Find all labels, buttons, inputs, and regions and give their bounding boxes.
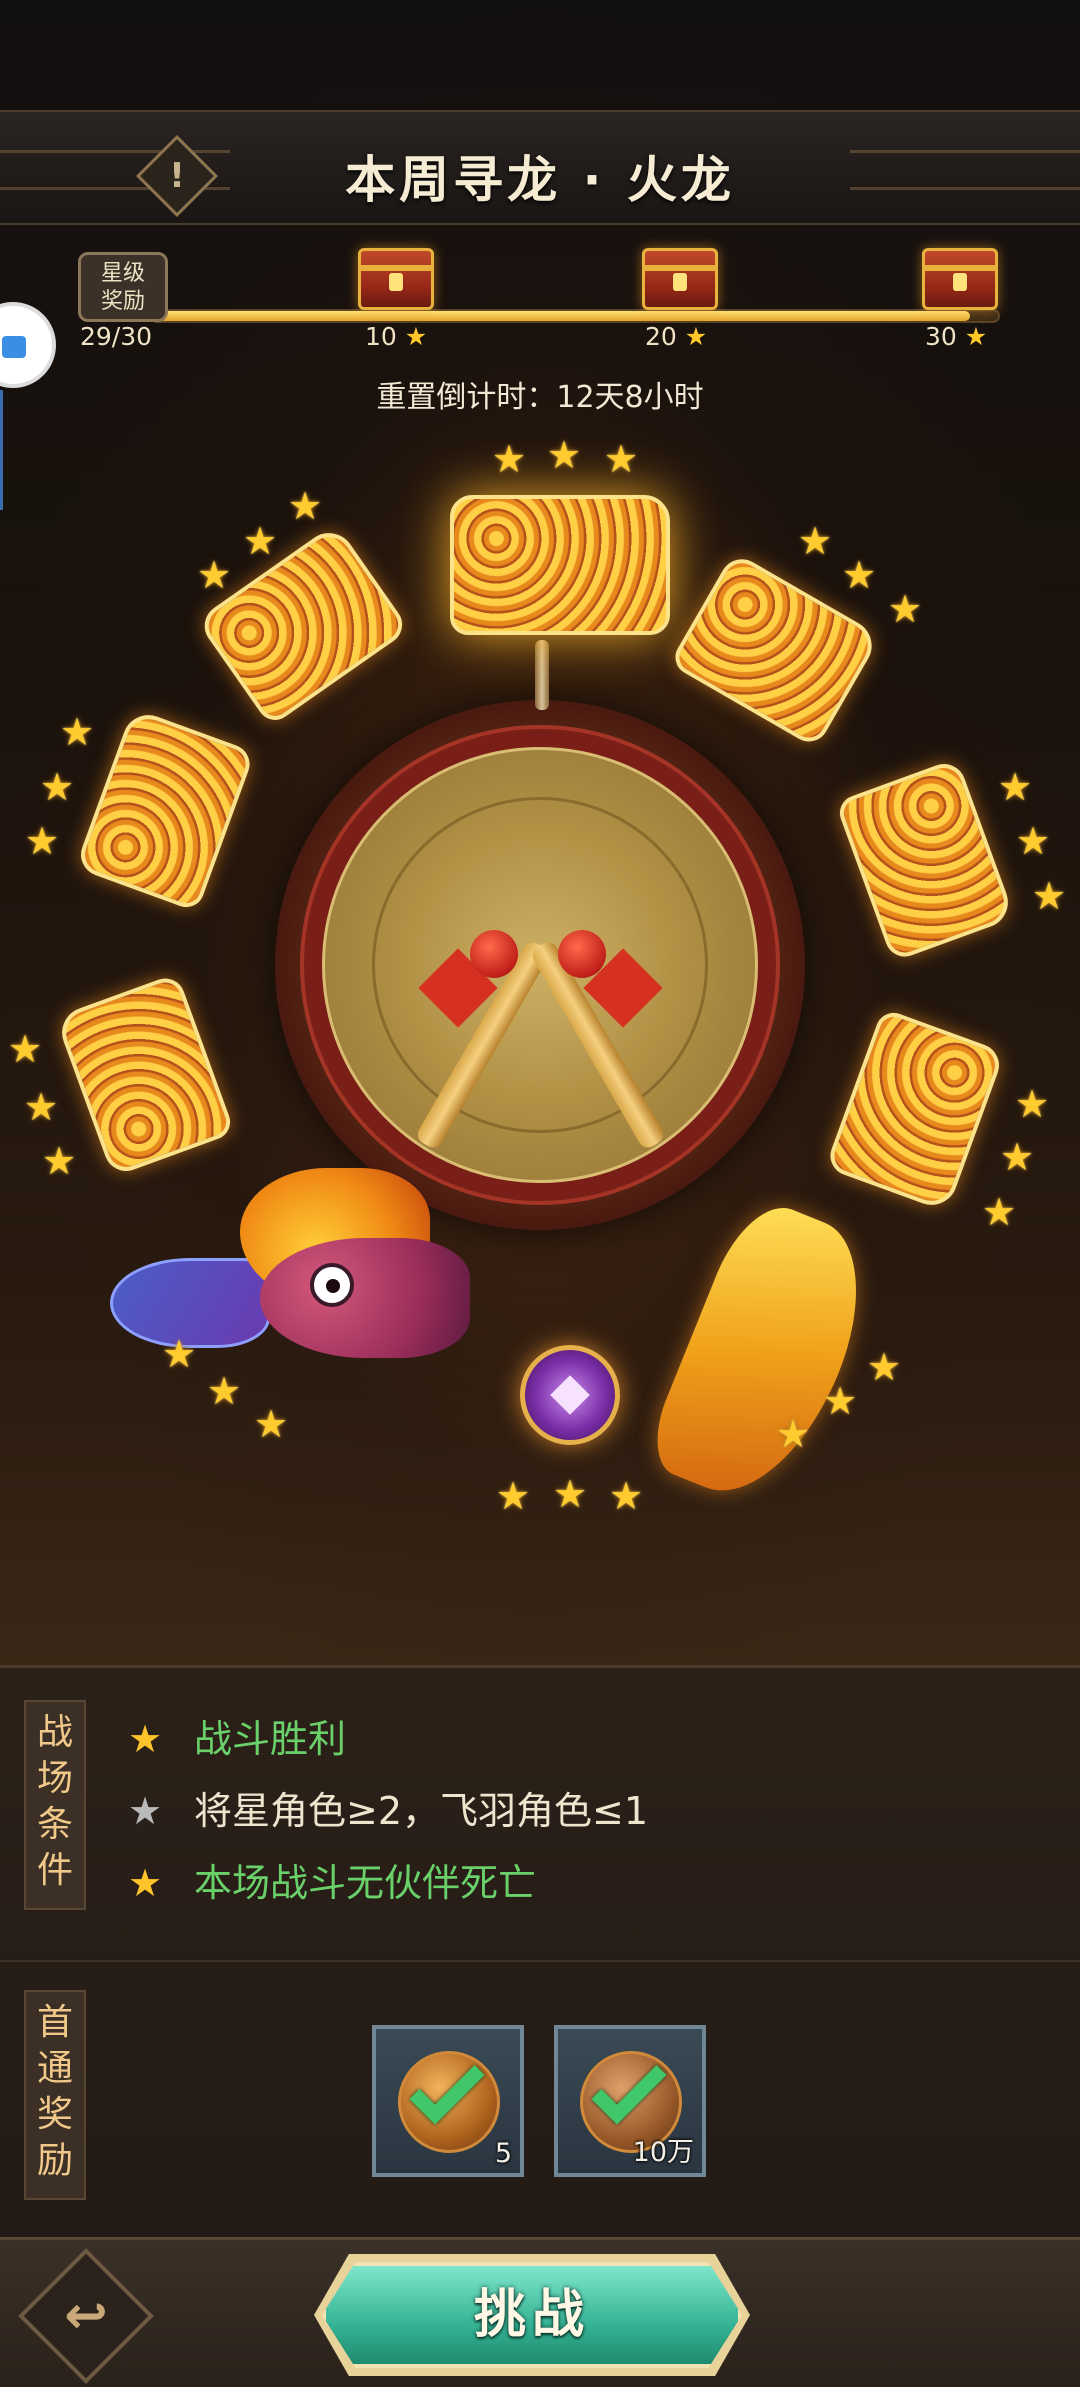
- star-progress-fill: [152, 311, 971, 321]
- star-icon: ★: [604, 437, 639, 481]
- star-icon: ★: [842, 553, 877, 597]
- star-icon: ★: [243, 519, 278, 563]
- star-icon: ★: [288, 484, 323, 528]
- chest-label-10: 10 ★: [365, 322, 428, 351]
- battle-conditions-tag: 战场条件: [24, 1700, 86, 1910]
- condition-3: ★ 本场战斗无伙伴死亡: [128, 1852, 536, 1907]
- star-icon: ★: [823, 1379, 858, 1423]
- star-icon: ★: [1016, 819, 1051, 863]
- star-icon: ★: [609, 1474, 644, 1518]
- star-icon: ★: [162, 1332, 197, 1376]
- condition-2: ★ 将星角色≥2，飞羽角色≤1: [128, 1780, 648, 1835]
- chest-label-20: 20 ★: [645, 322, 708, 351]
- page-title: 本周寻龙 · 火龙: [345, 151, 735, 209]
- panel-divider: [0, 1960, 1080, 1962]
- star-reward-badge[interactable]: 星级 奖励: [78, 252, 168, 322]
- star-icon: ★: [553, 1472, 588, 1516]
- condition-text: 战斗胜利: [194, 1717, 347, 1761]
- star-icon: ★: [197, 553, 232, 597]
- condition-text: 本场战斗无伙伴死亡: [194, 1861, 537, 1905]
- condition-1: ★ 战斗胜利: [128, 1708, 346, 1763]
- reward-chest-20[interactable]: [642, 248, 718, 310]
- reward-chest-10[interactable]: [358, 248, 434, 310]
- star-progress-bar: [150, 309, 1000, 323]
- star-icon: ★: [867, 1345, 902, 1389]
- reward-quantity: 10万: [632, 2137, 694, 2168]
- star-reward-label-2: 奖励: [100, 289, 145, 314]
- reward-chest-30[interactable]: [922, 248, 998, 310]
- dragon-eye: [310, 1263, 354, 1307]
- first-clear-reward-tag: 首通奖励: [24, 1990, 86, 2200]
- star-icon: ★: [1015, 1082, 1050, 1126]
- star-icon: ★: [40, 765, 75, 809]
- chest-label-30: 30 ★: [925, 322, 988, 351]
- star-icon: ★: [42, 1139, 77, 1183]
- star-icon: ★: [24, 1085, 59, 1129]
- drumstick-head-right: [558, 930, 606, 978]
- dragon-segment-1: [450, 495, 670, 635]
- reward-item-2[interactable]: 10万: [554, 2025, 706, 2177]
- star-reward-label-1: 星级: [100, 261, 145, 286]
- star-icon: ★: [254, 1402, 289, 1446]
- star-icon: ★: [1000, 1135, 1035, 1179]
- star-icon: ★: [25, 819, 60, 863]
- reward-item-1[interactable]: 5: [372, 2025, 524, 2177]
- star-icon: ★: [776, 1412, 811, 1456]
- star-achieved-icon: ★: [128, 1861, 163, 1905]
- reward-quantity: 5: [494, 2138, 512, 2169]
- star-count: 29/30: [80, 322, 153, 351]
- assistant-icon: [2, 336, 26, 358]
- star-icon: ★: [8, 1027, 43, 1071]
- stage-medallion: [520, 1345, 620, 1445]
- dragon-face: [260, 1238, 470, 1358]
- star-icon: ★: [492, 437, 527, 481]
- star-icon: ★: [1032, 874, 1067, 918]
- star-icon: ★: [496, 1474, 531, 1518]
- star-icon: ★: [998, 765, 1033, 809]
- star-icon: ★: [207, 1369, 242, 1413]
- star-icon: ★: [60, 710, 95, 754]
- drumstick-head-left: [470, 930, 518, 978]
- star-icon: ★: [982, 1190, 1017, 1234]
- challenge-button-label[interactable]: 挑战: [322, 2262, 742, 2368]
- reset-countdown: 重置倒计时：12天8小时: [376, 380, 704, 415]
- pole-1: [535, 640, 549, 710]
- condition-text: 将星角色≥2，飞羽角色≤1: [194, 1789, 649, 1833]
- star-icon: ★: [798, 519, 833, 563]
- star-achieved-icon: ★: [128, 1717, 163, 1761]
- star-icon: ★: [888, 587, 923, 631]
- star-unachieved-icon: ★: [128, 1789, 163, 1833]
- star-icon: ★: [547, 433, 582, 477]
- back-arrow-icon: ↩: [64, 2286, 108, 2346]
